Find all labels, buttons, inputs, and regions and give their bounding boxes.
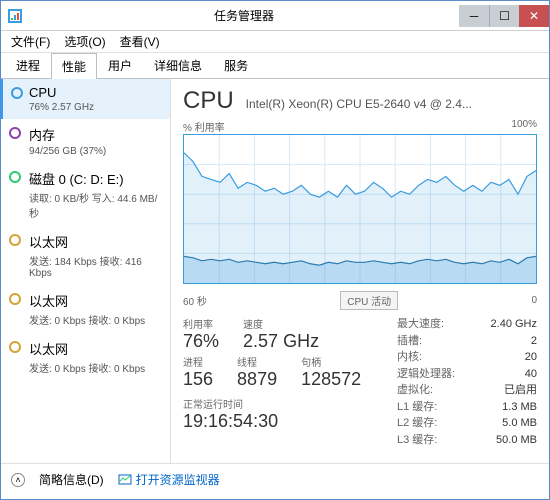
menu-options[interactable]: 选项(O) (60, 31, 109, 52)
sidebar-item-memory[interactable]: 内存 94/256 GB (37%) (1, 119, 170, 163)
l3-v: 50.0 MB (496, 432, 537, 449)
chevron-up-icon[interactable]: ˄ (11, 473, 25, 487)
sidebar-cpu-sub: 76% 2.57 GHz (29, 102, 162, 113)
proc-label: 进程 (183, 354, 213, 369)
tab-services[interactable]: 服务 (213, 52, 259, 78)
ethernet-icon (9, 234, 21, 246)
ethernet-icon (9, 293, 21, 305)
uptime-label: 正常运行时间 (183, 396, 389, 411)
fewer-details-link[interactable]: 简略信息(D) (39, 471, 104, 488)
proc-value: 156 (183, 369, 213, 390)
tab-performance[interactable]: 性能 (51, 53, 97, 79)
sockets-k: 插槽: (397, 333, 422, 350)
sidebar-net3-title: 以太网 (29, 339, 162, 358)
monitor-icon (118, 473, 132, 487)
window-controls: ─ ☐ ✕ (459, 5, 549, 27)
lprocs-v: 40 (525, 366, 537, 383)
sidebar-net2-title: 以太网 (29, 291, 162, 310)
titlebar: 任务管理器 ─ ☐ ✕ (1, 1, 549, 31)
app-icon (7, 8, 23, 24)
l3-k: L3 缓存: (397, 432, 437, 449)
tab-processes[interactable]: 进程 (5, 52, 51, 78)
l2-v: 5.0 MB (502, 415, 537, 432)
close-button[interactable]: ✕ (519, 5, 549, 27)
tab-details[interactable]: 详细信息 (143, 52, 213, 78)
tab-users[interactable]: 用户 (97, 52, 143, 78)
hnd-value: 128572 (301, 369, 361, 390)
sidebar-disk-sub: 读取: 0 KB/秒 写入: 44.6 MB/秒 (29, 190, 162, 220)
sidebar-net2-sub: 发送: 0 Kbps 接收: 0 Kbps (29, 312, 162, 327)
l1-k: L1 缓存: (397, 399, 437, 416)
memory-icon (9, 127, 21, 139)
chart-xmax: 0 (531, 295, 537, 306)
sidebar-cpu-title: CPU (29, 85, 162, 100)
cores-v: 20 (525, 349, 537, 366)
tabbar: 进程 性能 用户 详细信息 服务 (1, 53, 549, 79)
virt-k: 虚拟化: (397, 382, 433, 399)
chart-xlabel: 60 秒 (183, 293, 207, 308)
menu-view[interactable]: 查看(V) (116, 31, 164, 52)
sidebar-net3-sub: 发送: 0 Kbps 接收: 0 Kbps (29, 360, 162, 375)
speed-value: 2.57 GHz (243, 331, 319, 352)
cpu-icon (11, 87, 23, 99)
sidebar-net1-title: 以太网 (29, 232, 162, 251)
chart-ymax: 100% (511, 119, 537, 134)
chart-ylabel: % 利用率 (183, 119, 225, 134)
stats-right: 最大速度: 2.40 GHz 插槽: 2 内核: 20 逻辑处理器: 40 虚拟化: 已启… (397, 316, 537, 448)
hnd-label: 句柄 (301, 354, 361, 369)
resmon-label: 打开资源监视器 (136, 471, 220, 488)
main-panel: CPU Intel(R) Xeon(R) CPU E5-2640 v4 @ 2.… (171, 79, 549, 463)
uptime-value: 19:16:54:30 (183, 411, 389, 432)
sidebar: CPU 76% 2.57 GHz 内存 94/256 GB (37%) 磁盘 0… (1, 79, 171, 463)
minimize-button[interactable]: ─ (459, 5, 489, 27)
thr-label: 线程 (237, 354, 277, 369)
sidebar-mem-sub: 94/256 GB (37%) (29, 146, 162, 157)
sidebar-net1-sub: 发送: 184 Kbps 接收: 416 Kbps (29, 253, 162, 279)
thr-value: 8879 (237, 369, 277, 390)
disk-icon (9, 171, 21, 183)
ethernet-icon (9, 341, 21, 353)
cores-k: 内核: (397, 349, 422, 366)
maximize-button[interactable]: ☐ (489, 5, 519, 27)
chart-caption: CPU 活动 (340, 291, 398, 310)
footer: ˄ 简略信息(D) 打开资源监视器 (1, 463, 549, 495)
virt-v: 已启用 (504, 382, 537, 399)
sidebar-item-ethernet-2[interactable]: 以太网 发送: 0 Kbps 接收: 0 Kbps (1, 285, 170, 333)
cpu-chart (183, 134, 537, 284)
sidebar-item-cpu[interactable]: CPU 76% 2.57 GHz (1, 79, 170, 119)
l1-v: 1.3 MB (502, 399, 537, 416)
sidebar-item-disk[interactable]: 磁盘 0 (C: D: E:) 读取: 0 KB/秒 写入: 44.6 MB/秒 (1, 163, 170, 226)
menu-file[interactable]: 文件(F) (7, 31, 54, 52)
sidebar-item-ethernet-3[interactable]: 以太网 发送: 0 Kbps 接收: 0 Kbps (1, 333, 170, 381)
maxspeed-k: 最大速度: (397, 316, 444, 333)
lprocs-k: 逻辑处理器: (397, 366, 455, 383)
sidebar-item-ethernet-1[interactable]: 以太网 发送: 184 Kbps 接收: 416 Kbps (1, 226, 170, 285)
l2-k: L2 缓存: (397, 415, 437, 432)
sidebar-mem-title: 内存 (29, 125, 162, 144)
resource-monitor-link[interactable]: 打开资源监视器 (118, 471, 220, 488)
maxspeed-v: 2.40 GHz (491, 316, 537, 333)
speed-label: 速度 (243, 316, 319, 331)
page-title: CPU (183, 87, 234, 115)
stats-left: 利用率76% 速度2.57 GHz 进程156 线程8879 句柄128572 … (183, 316, 389, 448)
util-value: 76% (183, 331, 219, 352)
cpu-chart-wrap: % 利用率 100% 60 秒 CPU 活动 0 (183, 119, 537, 310)
cpu-model: Intel(R) Xeon(R) CPU E5-2640 v4 @ 2.4... (246, 97, 537, 111)
sockets-v: 2 (531, 333, 537, 350)
util-label: 利用率 (183, 316, 219, 331)
window-title: 任务管理器 (29, 7, 459, 24)
menubar: 文件(F) 选项(O) 查看(V) (1, 31, 549, 53)
sidebar-disk-title: 磁盘 0 (C: D: E:) (29, 169, 162, 188)
